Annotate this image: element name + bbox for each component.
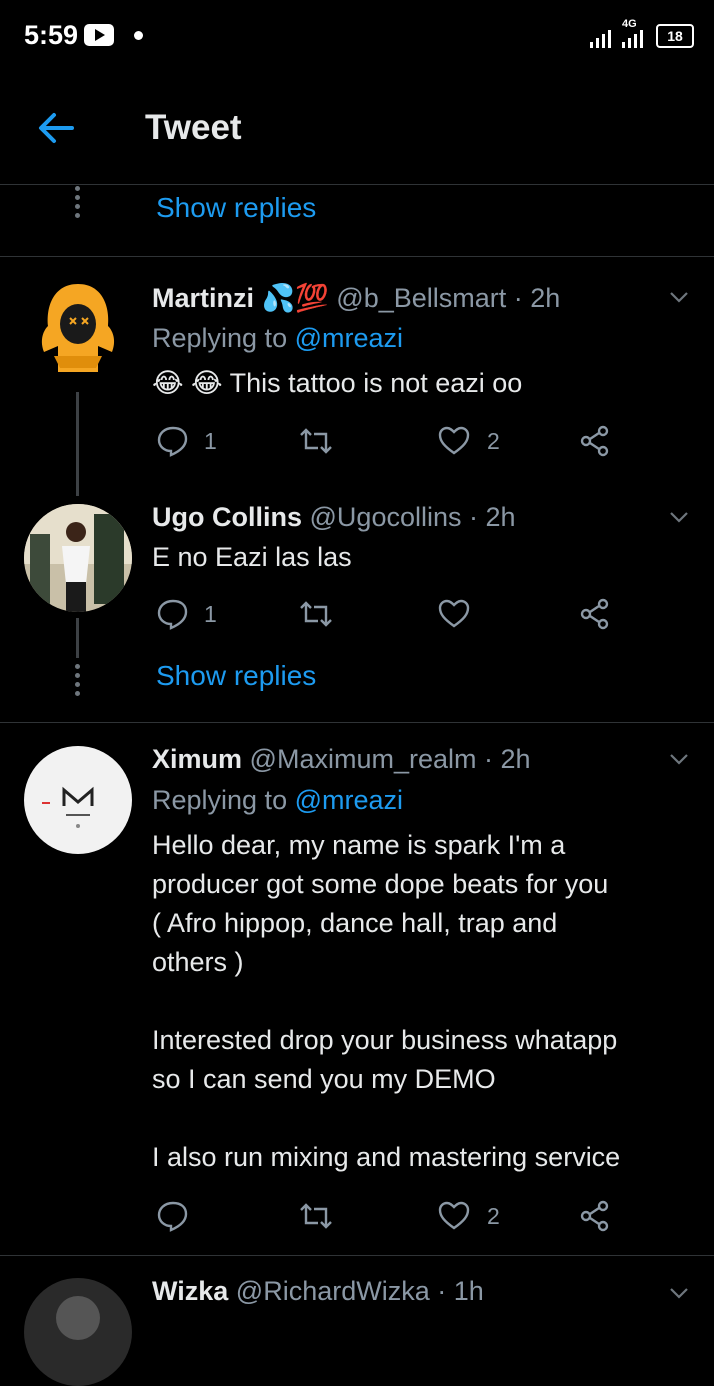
author-name[interactable]: Wizka bbox=[152, 1276, 228, 1306]
tweet-body: Hello dear, my name is spark I'm a produ… bbox=[152, 826, 692, 1177]
battery-icon: 18 bbox=[656, 24, 694, 48]
heart-icon bbox=[438, 1201, 470, 1230]
status-bar: 5:59 4G 18 bbox=[0, 0, 714, 72]
divider bbox=[0, 256, 714, 257]
author-handle[interactable]: @b_Bellsmart bbox=[336, 283, 506, 313]
thread-line bbox=[76, 392, 79, 496]
tweet-body: E no Eazi las las bbox=[152, 542, 352, 572]
replying-to-link[interactable]: @mreazi bbox=[295, 323, 403, 353]
tweet-header: Wizka @RichardWizka · 1h bbox=[152, 1276, 484, 1307]
show-replies-link[interactable]: Show replies bbox=[156, 192, 316, 224]
tweet-time: · 2h bbox=[513, 283, 561, 313]
share-icon[interactable] bbox=[578, 597, 612, 631]
tweet-line: ( Afro hippop, dance hall, trap and bbox=[152, 908, 558, 938]
tweet-header: Martinzi 💦💯 @b_Bellsmart · 2h bbox=[152, 282, 560, 314]
like-count: 2 bbox=[487, 1202, 500, 1229]
name-emoji: 💦💯 bbox=[261, 283, 329, 313]
tweet-line: I also run mixing and mastering service bbox=[152, 1142, 621, 1172]
share-icon[interactable] bbox=[578, 424, 612, 458]
reply-button[interactable]: 1 bbox=[156, 597, 217, 631]
divider bbox=[0, 722, 714, 723]
author-name[interactable]: Ximum bbox=[152, 744, 242, 774]
show-replies-link[interactable]: Show replies bbox=[156, 660, 316, 692]
tweet-header: Ximum @Maximum_realm · 2h bbox=[152, 744, 531, 775]
replying-to-link[interactable]: @mreazi bbox=[295, 785, 403, 815]
status-time: 5:59 bbox=[24, 20, 79, 50]
youtube-notification-icon bbox=[84, 24, 114, 46]
signal-icon-2 bbox=[622, 30, 643, 48]
chevron-down-icon[interactable] bbox=[668, 506, 690, 528]
tweet-time: · 1h bbox=[437, 1276, 484, 1306]
tweet-line: others ) bbox=[152, 947, 244, 977]
author-handle[interactable]: @Ugocollins bbox=[310, 502, 462, 532]
author-handle[interactable]: @RichardWizka bbox=[236, 1276, 430, 1306]
reply-count: 1 bbox=[204, 600, 217, 627]
replying-prefix: Replying to bbox=[152, 785, 288, 815]
tweet-line: Interested drop your business whatapp bbox=[152, 1025, 618, 1055]
divider bbox=[0, 1255, 714, 1256]
chevron-down-icon[interactable] bbox=[668, 1282, 690, 1304]
replying-prefix: Replying to bbox=[152, 323, 288, 353]
thread-line bbox=[76, 618, 79, 658]
page-title: Tweet bbox=[145, 108, 242, 147]
author-handle[interactable]: @Maximum_realm bbox=[250, 744, 477, 774]
tweet-text: 😂 😂 This tattoo is not eazi oo bbox=[152, 368, 522, 399]
tweet-line: Hello dear, my name is spark I'm a bbox=[152, 830, 566, 860]
avatar-ximum[interactable] bbox=[24, 746, 132, 854]
tweet-time: · 2h bbox=[469, 502, 516, 532]
replying-to: Replying to @mreazi bbox=[152, 323, 403, 354]
top-app-bar bbox=[0, 72, 714, 185]
like-button[interactable]: 2 bbox=[437, 1199, 500, 1233]
reply-icon bbox=[157, 426, 188, 457]
tweet-body: This tattoo is not eazi oo bbox=[229, 368, 523, 398]
notification-dot-icon bbox=[134, 31, 143, 40]
chevron-down-icon[interactable] bbox=[668, 748, 690, 770]
heart-icon bbox=[438, 426, 470, 455]
like-count: 2 bbox=[487, 427, 500, 454]
reply-icon bbox=[157, 599, 188, 630]
tweet-line: producer got some dope beats for you bbox=[152, 869, 609, 899]
avatar-wizka[interactable] bbox=[24, 1278, 132, 1386]
reply-count: 1 bbox=[204, 427, 217, 454]
author-name[interactable]: Martinzi bbox=[152, 283, 254, 313]
replying-to: Replying to @mreazi bbox=[152, 785, 403, 816]
thread-dots bbox=[74, 186, 82, 222]
like-button[interactable]: 2 bbox=[437, 424, 500, 458]
thread-dots bbox=[74, 664, 82, 700]
network-type: 4G bbox=[622, 18, 637, 30]
reply-button[interactable]: 1 bbox=[156, 424, 217, 458]
tweet-emoji: 😂 😂 bbox=[152, 368, 223, 398]
author-name[interactable]: Ugo Collins bbox=[152, 502, 302, 532]
tweet-header: Ugo Collins @Ugocollins · 2h bbox=[152, 502, 516, 533]
chevron-down-icon[interactable] bbox=[668, 286, 690, 308]
avatar-martinzi[interactable] bbox=[24, 276, 132, 384]
back-arrow-icon[interactable] bbox=[36, 108, 76, 148]
signal-icon bbox=[590, 30, 611, 48]
heart-icon[interactable] bbox=[437, 597, 471, 631]
avatar-ugo-collins[interactable] bbox=[24, 504, 132, 612]
tweet-time: · 2h bbox=[484, 744, 531, 774]
retweet-icon[interactable] bbox=[298, 597, 334, 631]
retweet-icon[interactable] bbox=[298, 1199, 334, 1233]
retweet-icon[interactable] bbox=[298, 424, 334, 458]
share-icon[interactable] bbox=[578, 1199, 612, 1233]
reply-icon[interactable] bbox=[156, 1199, 190, 1233]
tweet-line: so I can send you my DEMO bbox=[152, 1064, 496, 1094]
